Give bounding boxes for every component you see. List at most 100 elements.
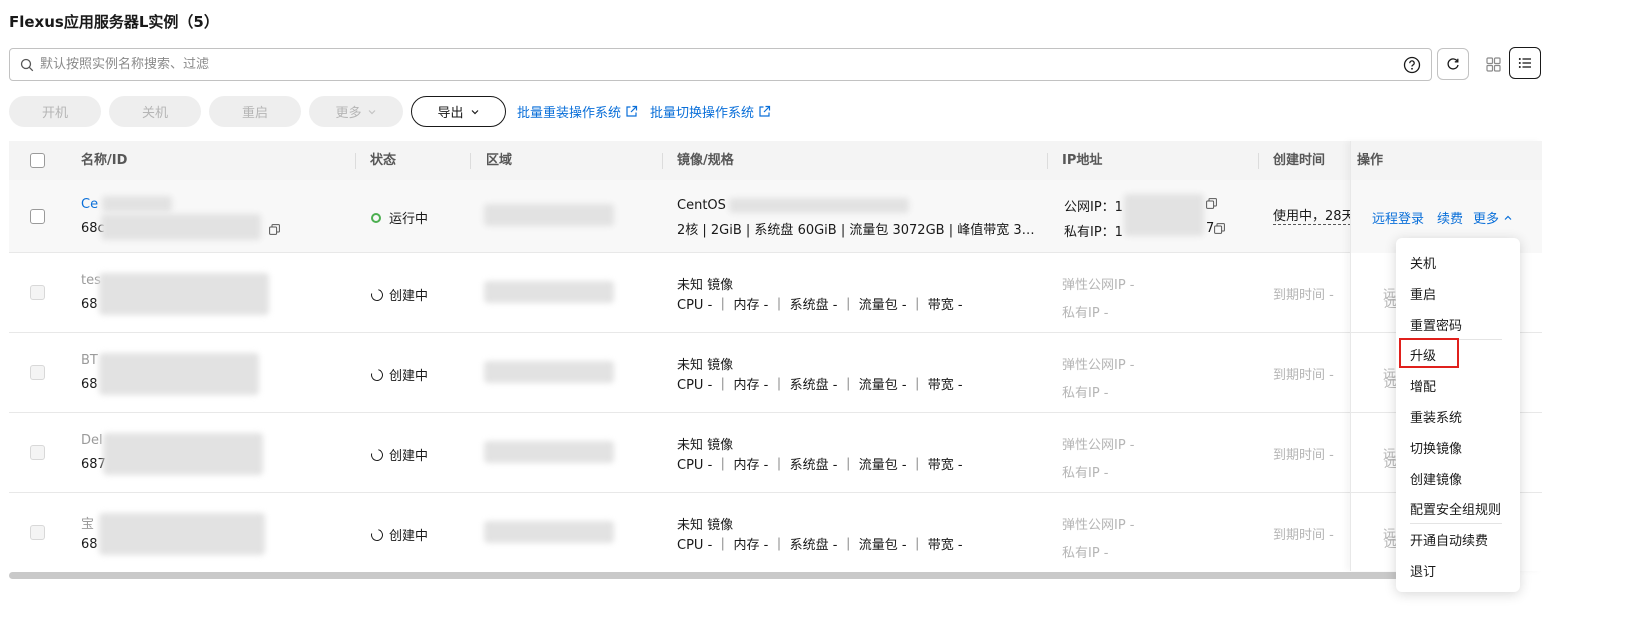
loading-spinner-icon bbox=[368, 366, 386, 383]
expiry-time: 到期时间 - bbox=[1273, 528, 1334, 543]
status-text: 创建中 bbox=[389, 449, 429, 464]
copy-icon[interactable] bbox=[1206, 198, 1217, 209]
row-checkbox[interactable] bbox=[30, 445, 45, 460]
external-link-icon bbox=[626, 105, 638, 117]
instance-name[interactable]: BT bbox=[81, 353, 98, 368]
image-name: 未知 镜像 bbox=[677, 438, 734, 453]
select-all-checkbox[interactable] bbox=[30, 153, 45, 168]
restart-button[interactable]: 重启 bbox=[209, 96, 301, 127]
remote-login-link[interactable]: 远程登录 bbox=[1372, 208, 1424, 227]
redacted-id bbox=[101, 214, 261, 240]
instance-name[interactable]: tes bbox=[81, 273, 101, 288]
image-name: 未知 镜像 bbox=[677, 358, 734, 373]
spec-text: CPU - ｜ 内存 - ｜ 系统盘 - ｜ 流量包 - ｜ 带宽 - bbox=[677, 298, 963, 313]
table-row: BT 68 创建中 未知 镜像 CPU - ｜ 内存 - ｜ 系统盘 - ｜ 流… bbox=[9, 333, 1542, 413]
status-text: 创建中 bbox=[389, 529, 429, 544]
menu-item-unsubscribe[interactable]: 退订 bbox=[1410, 561, 1436, 580]
table-row: Del 687 创建中 未知 镜像 CPU - ｜ 内存 - ｜ 系统盘 - ｜… bbox=[9, 413, 1542, 493]
row-checkbox[interactable] bbox=[30, 365, 45, 380]
batch-reinstall-link[interactable]: 批量重装操作系统 bbox=[517, 102, 638, 121]
menu-item-add-config[interactable]: 增配 bbox=[1410, 376, 1436, 395]
column-divider bbox=[470, 153, 471, 169]
column-header-region: 区域 bbox=[486, 153, 513, 168]
menu-item-switch-image[interactable]: 切换镜像 bbox=[1410, 438, 1462, 457]
list-view-icon bbox=[1518, 58, 1531, 68]
column-header-created: 创建时间 bbox=[1273, 153, 1326, 168]
menu-item-create-image[interactable]: 创建镜像 bbox=[1410, 469, 1462, 488]
column-divider bbox=[1258, 153, 1259, 169]
column-header-name: 名称/ID bbox=[81, 153, 128, 168]
search-input[interactable] bbox=[40, 57, 1403, 72]
batch-switch-link[interactable]: 批量切换操作系统 bbox=[650, 102, 771, 121]
expiry-time: 到期时间 - bbox=[1273, 288, 1334, 303]
table-row: Ce 68c 运行中 CentOS 2核 | 2GiB | 系统盘 60GiB … bbox=[9, 180, 1542, 253]
export-button[interactable]: 导出 bbox=[411, 96, 506, 127]
redacted-region bbox=[484, 361, 614, 383]
instance-id: 68 bbox=[81, 537, 98, 552]
status-creating: 创建中 bbox=[368, 365, 429, 384]
image-name: 未知 镜像 bbox=[677, 518, 734, 533]
action-toolbar: 开机 关机 重启 更多 导出 批量重装操作系统 批量切换操作系统 bbox=[9, 96, 771, 127]
instance-name[interactable]: Del bbox=[81, 433, 103, 448]
status-text: 创建中 bbox=[389, 289, 429, 304]
power-on-button[interactable]: 开机 bbox=[9, 96, 101, 127]
instance-name-link[interactable]: Ce bbox=[81, 197, 98, 212]
row-checkbox[interactable] bbox=[30, 209, 45, 224]
renew-link[interactable]: 续费 bbox=[1437, 208, 1463, 227]
column-header-actions: 操作 bbox=[1357, 153, 1384, 168]
loading-spinner-icon bbox=[368, 286, 386, 303]
external-link-icon bbox=[759, 105, 771, 117]
public-ip: 弹性公网IP - bbox=[1062, 518, 1135, 533]
menu-item-shutdown[interactable]: 关机 bbox=[1410, 253, 1436, 272]
spec-text: CPU - ｜ 内存 - ｜ 系统盘 - ｜ 流量包 - ｜ 带宽 - bbox=[677, 458, 963, 473]
table-row: 宝 68 创建中 未知 镜像 CPU - ｜ 内存 - ｜ 系统盘 - ｜ 流量… bbox=[9, 493, 1542, 571]
redacted-id bbox=[103, 433, 263, 475]
spec-text: CPU - ｜ 内存 - ｜ 系统盘 - ｜ 流量包 - ｜ 带宽 - bbox=[677, 378, 963, 393]
redacted-name bbox=[102, 196, 172, 212]
row-checkbox[interactable] bbox=[30, 525, 45, 540]
menu-item-security-group[interactable]: 配置安全组规则 bbox=[1410, 499, 1501, 518]
menu-item-auto-renew[interactable]: 开通自动续费 bbox=[1410, 530, 1488, 549]
redacted-ip bbox=[1124, 194, 1204, 236]
loading-spinner-icon bbox=[368, 526, 386, 543]
table-header: 名称/ID 状态 区域 镜像/规格 IP地址 创建时间 操作 bbox=[9, 141, 1542, 180]
power-off-button[interactable]: 关机 bbox=[109, 96, 201, 127]
horizontal-scrollbar[interactable] bbox=[9, 572, 1399, 579]
created-time[interactable]: 使用中，28天 bbox=[1273, 205, 1351, 225]
spec-text: CPU - ｜ 内存 - ｜ 系统盘 - ｜ 流量包 - ｜ 带宽 - bbox=[677, 538, 963, 553]
public-ip: 弹性公网IP - bbox=[1062, 278, 1135, 293]
private-ip: 私有IP - bbox=[1062, 386, 1109, 401]
menu-item-upgrade[interactable]: 升级 bbox=[1410, 345, 1436, 364]
private-ip: 私有IP - bbox=[1062, 546, 1109, 561]
status-running: 运行中 bbox=[371, 208, 428, 227]
status-text: 创建中 bbox=[389, 369, 429, 384]
menu-item-reinstall-os[interactable]: 重装系统 bbox=[1410, 407, 1462, 426]
refresh-button[interactable] bbox=[1437, 48, 1469, 80]
copy-icon[interactable] bbox=[1214, 223, 1225, 234]
menu-item-reset-password[interactable]: 重置密码 bbox=[1410, 315, 1462, 334]
list-view-button[interactable] bbox=[1509, 47, 1541, 79]
menu-item-restart[interactable]: 重启 bbox=[1410, 284, 1436, 303]
more-actions-button[interactable]: 更多 bbox=[309, 96, 403, 127]
table-row: tes 68 创建中 未知 镜像 CPU - ｜ 内存 - ｜ 系统盘 - ｜ … bbox=[9, 253, 1542, 333]
instance-id: 68 bbox=[81, 377, 98, 392]
row-checkbox[interactable] bbox=[30, 285, 45, 300]
redacted-id bbox=[99, 513, 265, 555]
redacted-region bbox=[484, 281, 614, 303]
instance-name[interactable]: 宝 bbox=[81, 513, 94, 532]
redacted-id bbox=[99, 273, 269, 315]
column-divider bbox=[355, 153, 356, 169]
grid-view-button[interactable] bbox=[1477, 48, 1509, 80]
page-title: Flexus应用服务器L实例（5） bbox=[9, 13, 219, 31]
batch-switch-label: 批量切换操作系统 bbox=[650, 106, 755, 121]
search-bar[interactable] bbox=[9, 48, 1432, 81]
redacted-region bbox=[484, 204, 614, 226]
help-icon[interactable] bbox=[1403, 56, 1421, 74]
public-ip: 公网IP：1 bbox=[1064, 200, 1123, 215]
column-divider bbox=[662, 153, 663, 169]
private-ip: 私有IP - bbox=[1062, 466, 1109, 481]
copy-icon[interactable] bbox=[269, 224, 280, 235]
running-status-icon bbox=[371, 212, 381, 223]
column-header-ip: IP地址 bbox=[1062, 153, 1103, 168]
more-link[interactable]: 更多 bbox=[1473, 208, 1513, 227]
